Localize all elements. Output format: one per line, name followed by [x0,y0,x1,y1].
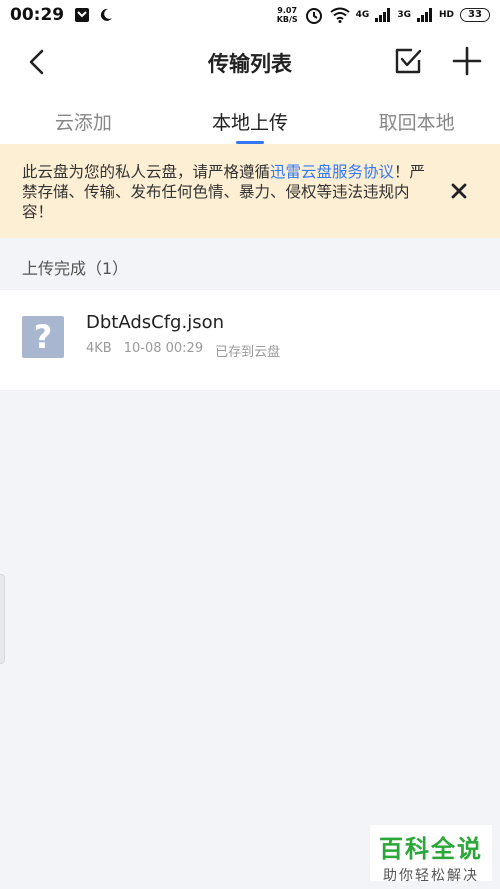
section-header: 上传完成（1） [0,238,500,290]
wifi-icon [330,7,350,23]
moon-icon [100,8,113,21]
status-bar: 00:29 9.07 KB/S 4G 3G HD 33 [0,0,500,30]
file-status: 已存到云盘 [215,345,281,360]
notice-text-before: 此云盘为您的私人云盘，请严格遵循 [22,163,271,181]
hd-label: HD [438,10,454,20]
signal-1-label: 4G [355,10,370,20]
notification-app-icon [75,8,90,22]
tab-local-upload[interactable]: 本地上传 [167,94,334,144]
app-header: 传输列表 [0,30,500,94]
tab-bar: 云添加 本地上传 取回本地 [0,94,500,144]
file-date: 10-08 00:29 [123,341,204,356]
signal-icon [416,8,432,22]
file-meta: 4KB 10-08 00:29 已存到云盘 [86,341,280,360]
notice-banner: 此云盘为您的私人云盘，请严格遵循迅雷云盘服务协议！严禁存储、传输、发布任何色情、… [0,144,500,238]
section-title: 上传完成（1） [22,259,129,278]
net-speed: 9.07 KB/S [276,6,298,24]
watermark-title: 百科全说 [379,835,483,863]
close-icon[interactable] [450,182,468,200]
battery-icon: 33 [460,8,490,22]
signal-icon [375,8,391,22]
unknown-file-icon: ? [22,316,64,358]
watermark: 百科全说 助你轻松解决 [370,825,492,884]
add-icon[interactable] [452,46,482,76]
list-item[interactable]: ? DbtAdsCfg.json 4KB 10-08 00:29 已存到云盘 [0,290,500,390]
status-time: 00:29 [10,5,65,25]
signal-2-label: 3G [397,10,411,20]
watermark-subtitle: 助你轻松解决 [383,868,479,884]
select-checkbox-icon[interactable] [394,46,424,76]
tab-cloud-add[interactable]: 云添加 [0,94,167,144]
file-size: 4KB [86,341,112,356]
edge-drag-handle[interactable] [0,574,5,664]
alarm-icon [305,8,322,24]
tab-retrieve-local[interactable]: 取回本地 [333,94,500,144]
service-agreement-link[interactable]: 迅雷云盘服务协议 [270,163,394,181]
page-title: 传输列表 [208,52,292,76]
file-name: DbtAdsCfg.json [86,312,224,333]
